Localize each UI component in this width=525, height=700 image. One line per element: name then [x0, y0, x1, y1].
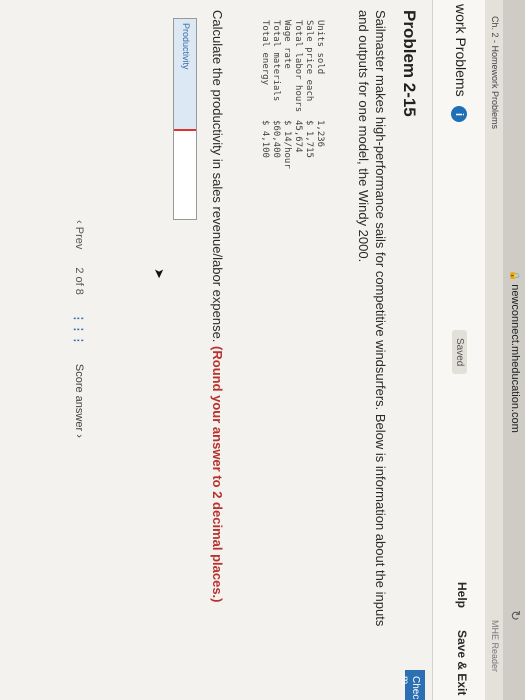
table-row: Units sold 1,236 [314, 20, 325, 190]
row-value: $ 4,100 [260, 120, 270, 158]
answer-label: Productivity [174, 19, 196, 129]
url-label: newconnect.mheducation.com [509, 284, 521, 433]
table-row: Total materials $60,400 [270, 20, 281, 190]
table-row: Total labor hours 45,674 [292, 20, 303, 190]
browser-page: 🔒 newconnect.mheducation.com ↻ Ch. 2 - Ho… [0, 0, 525, 700]
table-row: Wage rate $ 14/hour [281, 20, 292, 190]
data-table: Units sold 1,236 Sale price each $ 1,715 T… [259, 20, 325, 190]
help-button[interactable]: Help [455, 582, 469, 608]
row-label: Sale price each [304, 20, 314, 102]
assignment-header: work Problems i Saved Help Save & Exit [432, 0, 485, 700]
photo-frame: 🔒 newconnect.mheducation.com ↻ Ch. 2 - Ho… [0, 0, 525, 700]
table-row: Total energy $ 4,100 [259, 20, 270, 190]
question-text: Calculate the productivity in sales reve… [210, 10, 225, 603]
question-main: Calculate the productivity in sales reve… [210, 10, 225, 343]
row-label: Units sold [315, 20, 325, 75]
reload-icon[interactable]: ↻ [507, 610, 523, 621]
productivity-input[interactable] [174, 129, 196, 219]
answer-row: Productivity [173, 18, 197, 220]
check-my-work-button[interactable]: Check m [399, 670, 425, 700]
info-icon[interactable]: i [451, 106, 467, 123]
saved-status: Saved [452, 330, 467, 375]
mouse-cursor-icon: ➤ [152, 268, 167, 279]
tab-bar: Ch. 2 - Homework Problems MHE Reader [484, 0, 503, 700]
row-value: $ 14/hour [282, 120, 292, 169]
reader-label[interactable]: MHE Reader [490, 620, 500, 672]
row-value: $60,400 [271, 120, 281, 158]
problem-title: Problem 2-15 [400, 10, 419, 117]
round-note: (Round your answer to 2 decimal places.) [210, 346, 225, 603]
table-row: Sale price each $ 1,715 [303, 20, 314, 190]
page-indicator: 2 of 8 [73, 267, 85, 295]
score-label: Score answer [73, 363, 85, 432]
row-value: $ 1,715 [304, 120, 314, 158]
assignment-title: work Problems i [451, 4, 469, 123]
row-value: 1,236 [315, 120, 325, 148]
address-bar[interactable]: 🔒 newconnect.mheducation.com ↻ [502, 0, 525, 700]
row-label: Total materials [271, 20, 281, 102]
lock-icon: 🔒 [510, 270, 520, 282]
save-exit-button[interactable]: Save & Exit [455, 630, 469, 695]
score-answer-button[interactable]: Score answer › [72, 364, 85, 438]
row-value: 45,674 [293, 120, 303, 153]
prev-label: Prev [73, 226, 85, 250]
tab-title[interactable]: Ch. 2 - Homework Problems [490, 16, 500, 129]
row-label: Total energy [260, 20, 270, 86]
prev-button[interactable]: ‹ Prev [72, 220, 85, 249]
assignment-title-text: work Problems [453, 4, 469, 97]
grid-icon[interactable]: ⋮⋮⋮ [72, 313, 85, 346]
pagination: ‹ Prev 2 of 8 ⋮⋮⋮ Score answer › [72, 220, 85, 438]
row-label: Total labor hours [293, 20, 303, 113]
problem-intro: Sailmaster makes high-performance sails … [356, 10, 388, 627]
url-text: 🔒 newconnect.mheducation.com [509, 270, 521, 433]
row-label: Wage rate [282, 20, 292, 69]
problem-content: Problem 2-15 Sailmaster makes high-perfo… [0, 0, 433, 700]
